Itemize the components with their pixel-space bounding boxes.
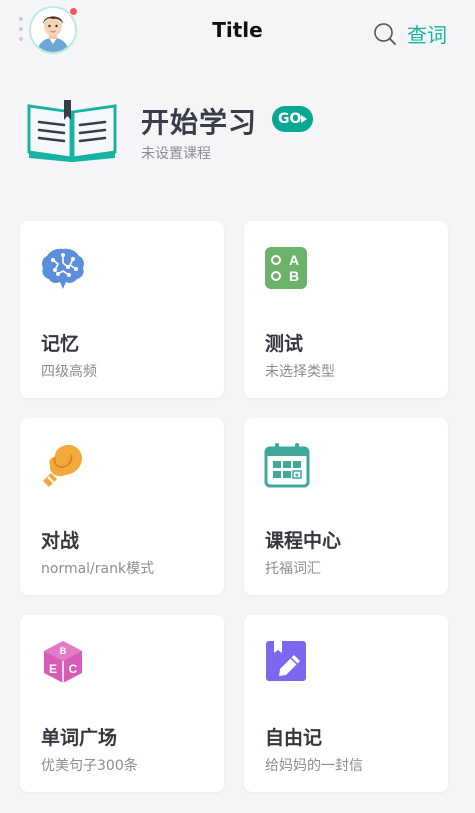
open-book-icon (27, 100, 117, 162)
word-square-card[interactable]: E C B 单词广场 优美句子300条 (20, 615, 224, 792)
test-card[interactable]: A B 测试 未选择类型 (244, 221, 448, 398)
free-note-card[interactable]: 自由记 给妈妈的一封信 (244, 615, 448, 792)
course-center-card[interactable]: ★ 课程中心 托福词汇 (244, 418, 448, 595)
card-subtitle: 托福词汇 (265, 561, 321, 577)
edit-note-icon (266, 641, 306, 681)
svg-text:B: B (289, 268, 299, 284)
card-title: 单词广场 (41, 727, 118, 749)
notification-dot (69, 7, 78, 16)
start-learning-title[interactable]: 开始学习 (141, 101, 257, 141)
ab-quiz-icon: A B (265, 247, 307, 289)
svg-text:C: C (69, 662, 78, 676)
course-status: 未设置课程 (141, 146, 211, 162)
lookup-word-link[interactable]: 查词 (407, 19, 447, 48)
search-icon[interactable] (373, 22, 397, 46)
card-subtitle: 给妈妈的一封信 (265, 758, 363, 774)
page-title: Title (212, 18, 263, 42)
card-title: 测试 (265, 333, 304, 355)
go-label: GO (278, 111, 302, 127)
card-subtitle: 未选择类型 (265, 364, 335, 380)
memory-card[interactable]: 记忆 四级高频 (20, 221, 224, 398)
card-title: 自由记 (265, 727, 323, 749)
boxing-glove-icon (43, 444, 83, 487)
svg-text:★: ★ (294, 472, 299, 479)
word-cube-icon: E C B (44, 641, 82, 683)
battle-card[interactable]: 对战 normal/rank模式 (20, 418, 224, 595)
svg-text:A: A (289, 252, 299, 268)
card-title: 课程中心 (265, 530, 342, 552)
svg-text:B: B (60, 646, 67, 656)
card-subtitle: normal/rank模式 (41, 561, 155, 577)
svg-text:E: E (49, 662, 57, 676)
card-title: 对战 (41, 530, 80, 552)
top-bar: Title 查词 (0, 0, 475, 64)
card-title: 记忆 (41, 333, 80, 355)
go-button[interactable]: GO (272, 106, 313, 132)
brain-icon (42, 248, 84, 289)
card-subtitle: 优美句子300条 (41, 758, 138, 774)
card-subtitle: 四级高频 (41, 364, 97, 380)
calendar-icon: ★ (264, 443, 310, 488)
